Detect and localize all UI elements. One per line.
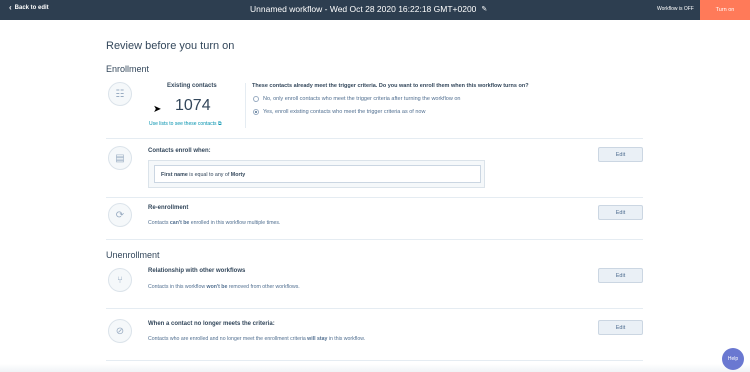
divider [106,138,643,139]
filter-value: Morty [230,172,246,178]
divider [106,360,643,361]
contacts-icon: ☷ [108,82,132,106]
workflow-title[interactable]: Unnamed workflow - Wed Oct 28 2020 16:22… [250,4,487,14]
relationship-post: removed from other workflows. [227,284,300,290]
filter-property: First name [161,172,188,178]
workflow-title-text: Unnamed workflow - Wed Oct 28 2020 16:22… [250,4,477,14]
enrollment-section-title: Enrollment [106,64,150,74]
trigger-document-icon: ▤ [108,146,132,170]
refresh-icon: ⟳ [108,203,132,227]
workflow-status: Workflow is OFF [657,6,694,12]
use-lists-link-label: Use lists to see these contacts [149,121,217,127]
relationship-bold: won't be [206,284,228,290]
bottom-fade [0,364,750,372]
reenrollment-title: Re-enrollment [148,205,189,211]
criteria-description: Contacts who are enrolled and no longer … [148,336,365,342]
reenroll-bold: can't be [169,220,190,226]
help-button[interactable]: Help [722,348,744,370]
radio-option-yes[interactable]: Yes, enroll existing contacts who meet t… [253,109,425,115]
divider [106,239,643,240]
enroll-question: These contacts already meet the trigger … [252,83,529,89]
back-to-edit-label: Back to edit [14,5,49,11]
vertical-divider [245,83,246,128]
chevron-left-icon: ‹ [9,3,12,12]
edit-relationship-button[interactable]: Edit [598,268,643,283]
page-title: Review before you turn on [106,40,235,52]
filter-operator: is equal to any of [187,172,231,178]
turn-on-button[interactable]: Turn on [700,0,750,20]
divider [106,197,643,198]
reenrollment-description: Contacts can't be enrolled in this workf… [148,220,280,226]
relationship-pre: Contacts in this workflow [148,284,207,290]
divider [106,308,643,309]
relationship-description: Contacts in this workflow won't be remov… [148,284,300,290]
mouse-cursor-icon: ➤ [153,104,162,115]
relationship-title: Relationship with other workflows [148,268,246,274]
radio-no-label: No, only enroll contacts who meet the tr… [263,96,461,102]
criteria-bold: will stay [307,336,328,342]
enroll-when-title: Contacts enroll when: [148,148,211,154]
back-to-edit-link[interactable]: ‹ Back to edit [9,3,49,12]
filter-box: First name is equal to any of Morty [148,160,485,188]
radio-yes-label: Yes, enroll existing contacts who meet t… [263,109,426,115]
existing-contacts-count: 1074 [175,97,211,114]
criteria-pre: Contacts who are enrolled and no longer … [148,336,308,342]
unenrollment-section-title: Unenrollment [106,250,160,260]
radio-option-no[interactable]: No, only enroll contacts who meet the tr… [253,96,460,102]
edit-criteria-button[interactable]: Edit [598,320,643,335]
existing-contacts-label: Existing contacts [167,83,217,89]
pencil-icon[interactable]: ✎ [481,5,487,13]
edit-enroll-criteria-button[interactable]: Edit [598,147,643,162]
radio-yes[interactable] [253,109,259,115]
radio-no[interactable] [253,96,259,102]
reenroll-post: enrolled in this workflow multiple times… [189,220,281,226]
reenroll-pre: Contacts [148,220,170,226]
criteria-title: When a contact no longer meets the crite… [148,321,275,327]
filter-criteria: First name is equal to any of Morty [154,165,481,183]
use-lists-link[interactable]: Use lists to see these contacts ⧉ [149,121,222,127]
criteria-post: in this workflow. [327,336,366,342]
external-link-icon: ⧉ [217,121,222,127]
prohibited-icon: ⊘ [108,319,132,343]
edit-reenrollment-button[interactable]: Edit [598,205,643,220]
top-bar: ‹ Back to edit Unnamed workflow - Wed Oc… [0,0,750,20]
workflow-branch-icon: ⑂ [108,268,132,292]
